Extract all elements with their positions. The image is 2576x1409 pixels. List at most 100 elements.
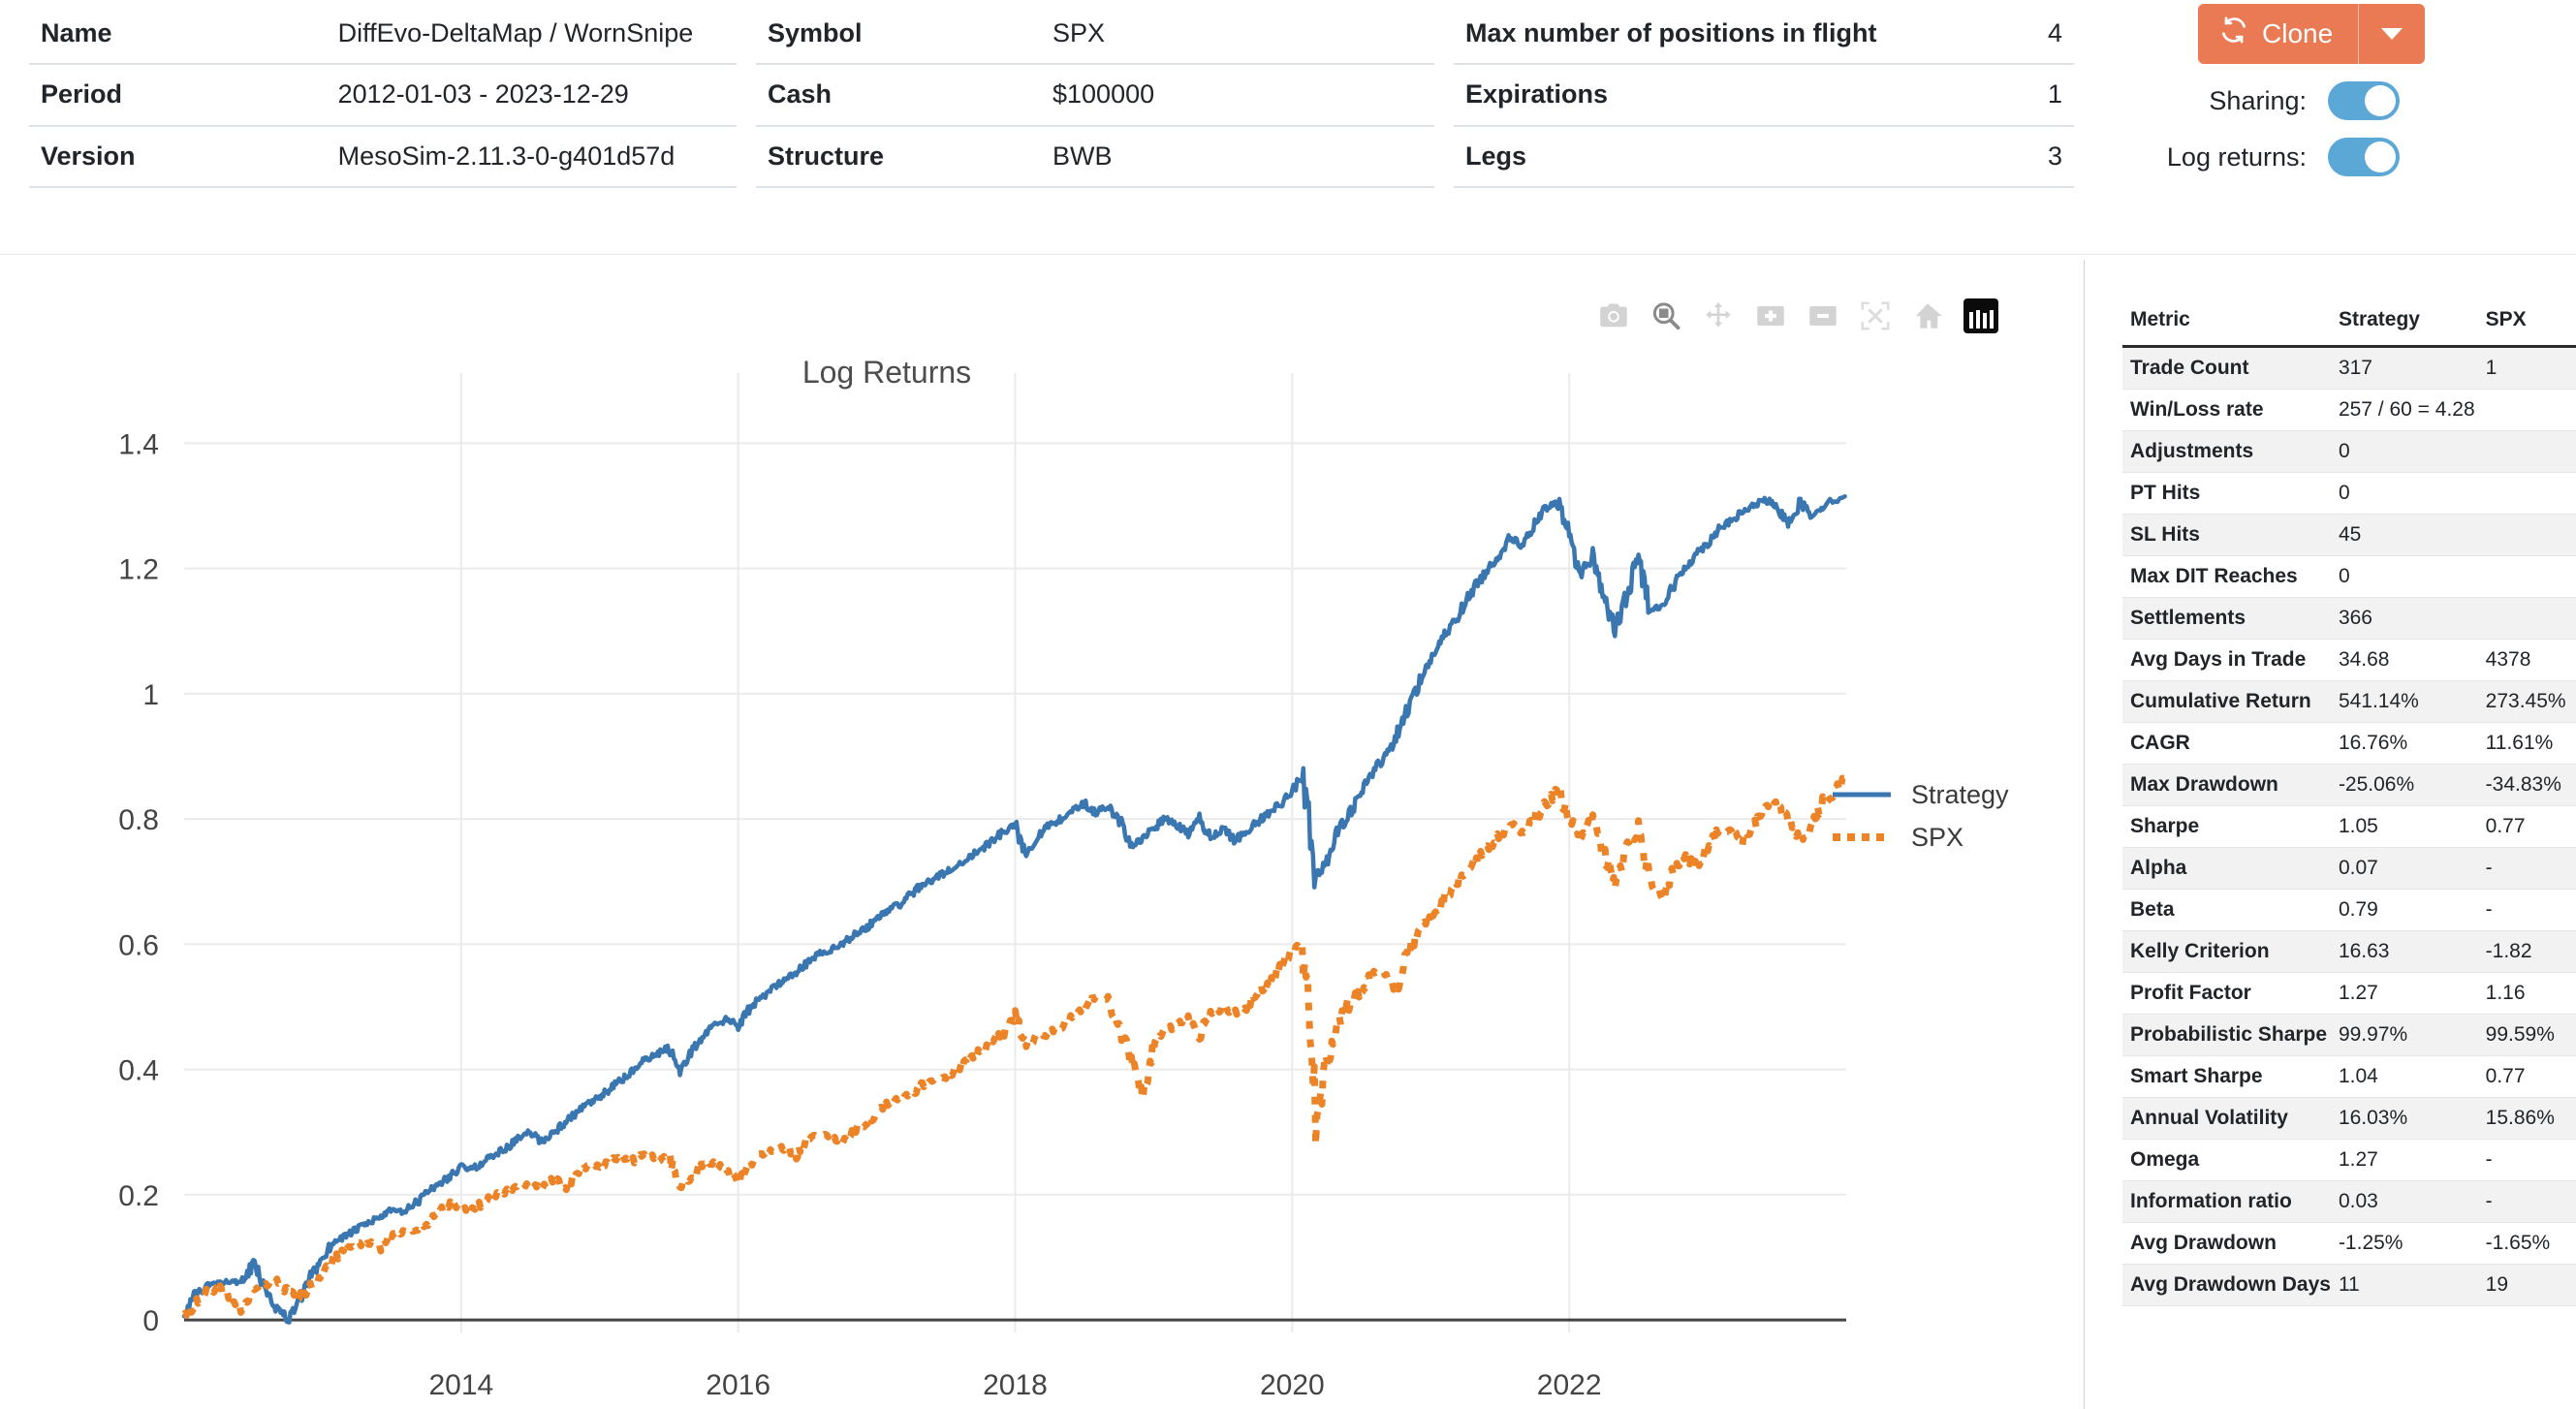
metric-spx: 273.45%: [2477, 680, 2576, 723]
chart-legend: Strategy SPX: [1832, 773, 2009, 859]
identity-key: Version: [29, 125, 327, 189]
info-row: Cash $100000: [756, 64, 1434, 127]
clone-button-group[interactable]: Clone: [2198, 4, 2426, 64]
metric-name: Kelly Criterion: [2122, 930, 2331, 973]
metric-spx: [2477, 430, 2576, 473]
table-row: Smart Sharpe 1.04 0.77: [2122, 1055, 2576, 1098]
plot-canvas[interactable]: 0 0.2 0.4 0.6 0.8 1 1.2 1.4 2014 2016 2018 2020 2022: [0, 271, 2084, 1409]
info-row: Structure BWB: [756, 125, 1434, 189]
instrument-key: Cash: [756, 64, 1041, 127]
positions-key: Expirations: [1454, 64, 1938, 127]
legend-label: Strategy: [1911, 779, 2009, 809]
metric-spx: -1.65%: [2477, 1222, 2576, 1265]
table-row: SL Hits 45: [2122, 514, 2576, 556]
table-row: Omega 1.27-: [2122, 1139, 2576, 1181]
y-tick-label: 0.4: [118, 1055, 159, 1087]
log-returns-chart: Log Returns 0 0.2 0.4 0.6 0.8 1 1.2 1.4 2014 2016…: [0, 271, 2084, 1409]
metric-name: PT Hits: [2122, 472, 2331, 515]
clone-button[interactable]: Clone: [2198, 4, 2360, 64]
metric-name: Adjustments: [2122, 430, 2331, 473]
metric-strategy: 45: [2330, 514, 2478, 556]
metric-spx: 0.77: [2477, 805, 2576, 848]
clone-dropdown-toggle[interactable]: [2359, 4, 2426, 64]
table-row: PT Hits 0: [2122, 472, 2576, 515]
y-tick-label: 0.6: [118, 929, 159, 961]
table-row: Beta 0.79-: [2122, 889, 2576, 931]
x-tick-label: 2020: [1260, 1369, 1325, 1401]
table-row: Kelly Criterion 16.63 -1.82: [2122, 930, 2576, 973]
info-row: Legs 3: [1454, 125, 2074, 189]
metric-strategy: -1.25%: [2330, 1222, 2478, 1265]
metric-spx: [2477, 555, 2576, 598]
positions-value: 1: [1937, 64, 2074, 127]
table-row: Sharpe 1.05 0.77: [2122, 805, 2576, 848]
metric-spx: -34.83%: [2477, 764, 2576, 806]
info-row: Symbol SPX: [756, 4, 1434, 66]
summary-header: Name DiffEvo-DeltaMap / WornSnipe Period 20…: [0, 0, 2576, 255]
legend-item-spx[interactable]: SPX: [1832, 816, 2009, 859]
toggle-label: Log returns:: [2166, 141, 2307, 172]
identity-value: 2012-01-03 - 2023-12-29: [326, 64, 737, 127]
refresh-icon: [2219, 16, 2248, 51]
x-tick-label: 2018: [983, 1369, 1048, 1401]
metric-strategy: 0.07: [2330, 847, 2478, 890]
toggle-label: Sharing:: [2209, 85, 2307, 115]
toggle-row: Log returns:: [2084, 138, 2576, 176]
identity-value: DiffEvo-DeltaMap / WornSnipe: [326, 4, 737, 66]
metric-spx: [2477, 514, 2576, 556]
header-actions: Clone Sharing: Log returns:: [2074, 0, 2576, 176]
metric-strategy: 317: [2330, 346, 2478, 390]
table-row: Annual Volatility 16.03% 15.86%: [2122, 1097, 2576, 1140]
instrument-key: Symbol: [756, 4, 1041, 66]
y-tick-label: 1.2: [118, 554, 159, 586]
metric-spx: -: [2477, 847, 2576, 890]
legend-swatch: [1833, 833, 1891, 841]
legend-label: SPX: [1911, 822, 1964, 852]
metric-name: Beta: [2122, 889, 2331, 931]
metric-name: Avg Days in Trade: [2122, 639, 2331, 681]
positions-value: 3: [1937, 125, 2074, 189]
metric-name: Max Drawdown: [2122, 764, 2331, 806]
positions-key: Max number of positions in flight: [1454, 4, 1938, 66]
table-row: Adjustments 0: [2122, 430, 2576, 473]
metrics-col-spx: SPX: [2477, 308, 2576, 348]
metric-spx: -1.82: [2477, 930, 2576, 973]
metric-spx: -: [2477, 889, 2576, 931]
instrument-value: BWB: [1041, 125, 1434, 189]
toggle-switch[interactable]: [2328, 81, 2400, 120]
x-tick-label: 2016: [706, 1369, 770, 1401]
table-row: Avg Drawdown -1.25% -1.65%: [2122, 1222, 2576, 1265]
table-row: Information ratio 0.03-: [2122, 1180, 2576, 1223]
metric-name: Settlements: [2122, 597, 2331, 640]
metrics-col-strategy: Strategy: [2330, 308, 2478, 348]
metric-name: Avg Drawdown: [2122, 1222, 2331, 1265]
toggle-row: Sharing:: [2084, 81, 2576, 120]
table-row: Avg Drawdown Days 11 19: [2122, 1264, 2576, 1306]
metric-strategy: 0.79: [2330, 889, 2478, 931]
instrument-value: $100000: [1041, 64, 1434, 127]
metric-spx: -: [2477, 1180, 2576, 1223]
table-row: Avg Days in Trade 34.68 4378: [2122, 639, 2576, 681]
metric-spx: 4378: [2477, 639, 2576, 681]
metric-name: Information ratio: [2122, 1180, 2331, 1223]
toggle-switch[interactable]: [2328, 138, 2400, 176]
metric-spx: 0.77: [2477, 1055, 2576, 1098]
metric-spx: -: [2477, 1139, 2576, 1181]
metric-spx: 19: [2477, 1264, 2576, 1306]
legend-item-strategy[interactable]: Strategy: [1832, 773, 2009, 816]
metric-spx: [2477, 389, 2576, 431]
metric-strategy: 1.27: [2330, 972, 2478, 1015]
metric-strategy: 0: [2330, 555, 2478, 598]
info-row: Max number of positions in flight 4: [1454, 4, 2074, 66]
metrics-col-metric: Metric: [2122, 308, 2331, 348]
metric-name: Annual Volatility: [2122, 1097, 2331, 1140]
metric-strategy: 16.03%: [2330, 1097, 2478, 1140]
info-row: Version MesoSim-2.11.3-0-g401d57d: [29, 125, 737, 189]
info-row: Name DiffEvo-DeltaMap / WornSnipe: [29, 4, 737, 66]
info-row: Expirations 1: [1454, 64, 2074, 127]
metrics-panel: Metric Strategy SPX Trade Count 317 1 Win/L…: [2122, 308, 2576, 1306]
metric-spx: 15.86%: [2477, 1097, 2576, 1140]
identity-table: Name DiffEvo-DeltaMap / WornSnipe Period 20…: [29, 4, 737, 189]
y-tick-label: 0: [142, 1305, 159, 1337]
legend-swatch: [1833, 792, 1891, 798]
